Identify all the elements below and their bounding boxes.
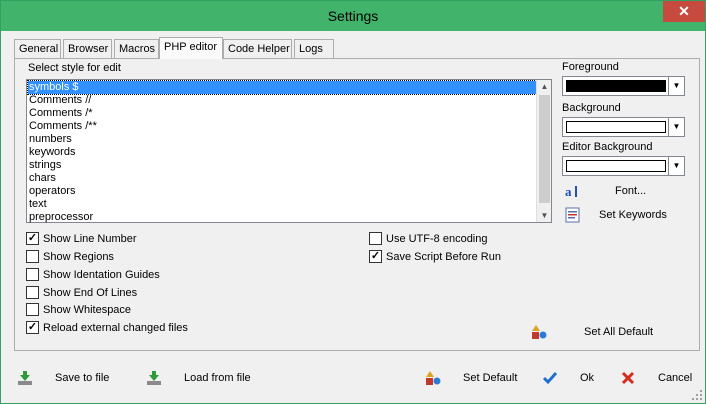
list-item[interactable]: Comments /* xyxy=(28,107,536,120)
list-item[interactable]: text xyxy=(28,198,536,211)
load-from-file-label: Load from file xyxy=(184,372,251,384)
editor-background-swatch xyxy=(566,160,666,172)
list-item[interactable]: keywords xyxy=(28,146,536,159)
checkbox-label: Show Line Number xyxy=(43,232,137,245)
editor-background-label: Editor Background xyxy=(562,141,653,153)
background-color-select[interactable]: ▼ xyxy=(562,117,685,137)
shapes-icon xyxy=(425,370,441,386)
set-all-default-label: Set All Default xyxy=(584,326,654,338)
tab-general[interactable]: General xyxy=(14,39,61,58)
checkbox[interactable] xyxy=(369,232,382,245)
option-show-end-of-lines[interactable]: Show End Of Lines xyxy=(26,286,137,299)
option-show-line-number[interactable]: ✓ Show Line Number xyxy=(26,232,137,245)
foreground-swatch xyxy=(566,80,666,92)
resize-grip[interactable] xyxy=(692,390,702,400)
close-icon: ✕ xyxy=(678,3,690,19)
set-keywords-label: Set Keywords xyxy=(599,209,667,221)
foreground-color-select[interactable]: ▼ xyxy=(562,76,685,96)
option-reload-external-changed-files[interactable]: ✓ Reload external changed files xyxy=(26,321,188,334)
checkbox-label: Show Regions xyxy=(43,250,114,263)
load-from-file-button[interactable]: Load from file xyxy=(146,367,251,389)
option-show-identation-guides[interactable]: Show Identation Guides xyxy=(26,268,160,281)
set-keywords-button[interactable]: Set Keywords xyxy=(565,205,667,225)
chevron-down-icon[interactable]: ▼ xyxy=(668,77,684,95)
list-item[interactable]: numbers xyxy=(28,133,536,146)
font-icon: a xyxy=(565,183,581,199)
checkbox-label: Show Whitespace xyxy=(43,303,132,316)
checkbox-label: Show Identation Guides xyxy=(43,268,160,281)
editor-background-color-select[interactable]: ▼ xyxy=(562,156,685,176)
load-down-arrow-icon xyxy=(146,370,162,386)
checkbox-label: Reload external changed files xyxy=(43,321,188,334)
listbox-scrollbar[interactable]: ▲ ▼ xyxy=(536,80,551,222)
save-to-file-button[interactable]: Save to file xyxy=(17,367,109,389)
checkbox[interactable]: ✓ xyxy=(369,250,382,263)
list-item[interactable]: symbols $ xyxy=(27,80,537,95)
set-default-button[interactable]: Set Default xyxy=(425,367,517,389)
save-to-file-label: Save to file xyxy=(55,372,110,384)
list-item[interactable]: Comments /** xyxy=(28,120,536,133)
checkbox[interactable] xyxy=(26,303,39,316)
scroll-up-icon[interactable]: ▲ xyxy=(537,80,552,93)
tab-php-editor[interactable]: PHP editor xyxy=(159,37,223,59)
style-listbox[interactable]: symbols $ Comments // Comments /* Commen… xyxy=(26,79,552,223)
window-title: Settings xyxy=(327,8,379,24)
list-item[interactable]: Comments // xyxy=(28,94,536,107)
checkbox[interactable] xyxy=(26,268,39,281)
checkbox-label: Use UTF-8 encoding xyxy=(386,232,488,245)
checkbox[interactable] xyxy=(26,286,39,299)
scroll-down-icon[interactable]: ▼ xyxy=(537,209,552,222)
scroll-thumb[interactable] xyxy=(539,95,550,203)
svg-text:a: a xyxy=(565,184,572,199)
option-save-script-before-run[interactable]: ✓ Save Script Before Run xyxy=(369,250,501,263)
cancel-label: Cancel xyxy=(658,372,693,384)
title-bar[interactable]: Settings ✕ xyxy=(1,1,705,31)
checkbox-label: Save Script Before Run xyxy=(386,250,501,263)
keywords-icon xyxy=(565,207,581,223)
tab-macros[interactable]: Macros xyxy=(114,39,159,58)
style-list-label: Select style for edit xyxy=(28,62,121,74)
option-use-utf8-encoding[interactable]: Use UTF-8 encoding xyxy=(369,232,488,245)
shapes-icon xyxy=(531,324,547,340)
checkbox-label: Show End Of Lines xyxy=(43,286,138,299)
settings-window: Settings ✕ General Browser Macros PHP ed… xyxy=(0,0,706,404)
checkbox[interactable]: ✓ xyxy=(26,232,39,245)
cross-icon xyxy=(620,370,636,386)
set-all-default-button[interactable]: Set All Default xyxy=(531,322,653,342)
chevron-down-icon[interactable]: ▼ xyxy=(668,118,684,136)
list-item[interactable]: preprocessor xyxy=(28,211,536,224)
background-label: Background xyxy=(562,102,621,114)
tab-code-helper[interactable]: Code Helper xyxy=(223,39,292,58)
set-default-label: Set Default xyxy=(463,372,518,384)
list-item[interactable]: operators xyxy=(28,185,536,198)
close-button[interactable]: ✕ xyxy=(663,1,705,22)
font-button-label: Font... xyxy=(615,185,647,197)
cancel-button[interactable]: Cancel xyxy=(620,367,692,389)
list-item[interactable]: strings xyxy=(28,159,536,172)
option-show-regions[interactable]: Show Regions xyxy=(26,250,114,263)
checkbox[interactable]: ✓ xyxy=(26,321,39,334)
ok-label: Ok xyxy=(580,372,595,384)
save-down-arrow-icon xyxy=(17,370,33,386)
foreground-label: Foreground xyxy=(562,61,619,73)
list-item[interactable]: chars xyxy=(28,172,536,185)
tab-logs[interactable]: Logs xyxy=(294,39,334,58)
chevron-down-icon[interactable]: ▼ xyxy=(668,157,684,175)
tab-browser[interactable]: Browser xyxy=(63,39,112,58)
option-show-whitespace[interactable]: Show Whitespace xyxy=(26,303,131,316)
font-button[interactable]: a Font... xyxy=(565,181,646,201)
ok-button[interactable]: Ok xyxy=(542,367,594,389)
checkmark-icon xyxy=(542,370,558,386)
checkbox[interactable] xyxy=(26,250,39,263)
background-swatch xyxy=(566,121,666,133)
